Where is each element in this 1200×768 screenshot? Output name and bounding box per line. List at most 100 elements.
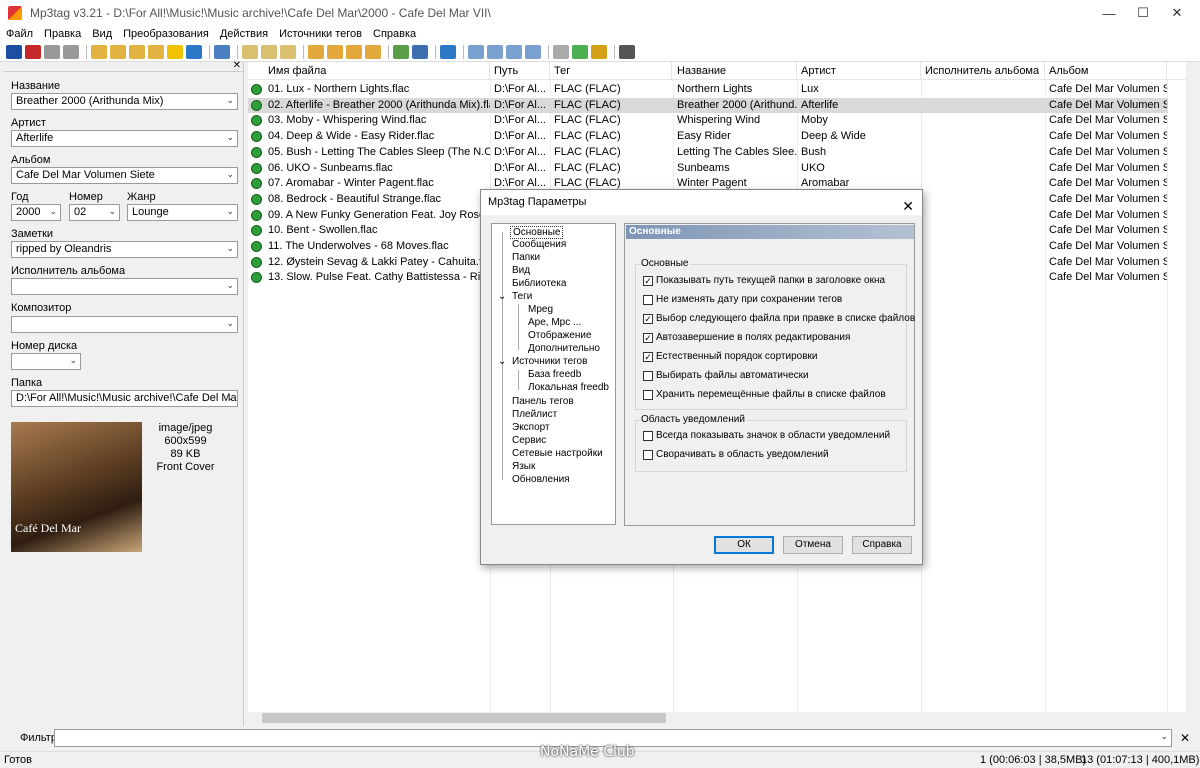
text-to-tag-icon[interactable] <box>280 44 296 59</box>
folder-icon[interactable] <box>148 44 164 59</box>
chevron-down-icon[interactable]: ⌄ <box>69 355 77 366</box>
column-tag[interactable]: Тег <box>550 62 672 80</box>
column-path[interactable]: Путь <box>490 62 550 80</box>
tree-item-freedb[interactable]: База freedb <box>528 369 581 380</box>
refresh-icon[interactable] <box>186 44 202 59</box>
column-artist[interactable]: Артист <box>797 62 921 80</box>
chevron-down-icon[interactable]: ⌄ <box>226 243 234 254</box>
tree-item-general[interactable]: Основные <box>510 226 564 239</box>
menu-view[interactable]: Вид <box>92 28 112 40</box>
tree-item-display[interactable]: Отображение <box>528 330 592 341</box>
scroll-thumb[interactable] <box>262 713 666 723</box>
table-row[interactable]: 04. Deep & Wide - Easy Rider.flac D:\For … <box>248 129 1168 145</box>
tree-item-updates[interactable]: Обновления <box>512 474 570 485</box>
menu-help[interactable]: Справка <box>373 28 416 40</box>
copy-tag-icon[interactable] <box>506 44 522 59</box>
table-row[interactable]: 01. Lux - Northern Lights.flac D:\For Al.… <box>248 82 1168 98</box>
ok-button[interactable]: ОК <box>714 536 774 554</box>
action-icon[interactable] <box>308 44 324 59</box>
disc-field[interactable]: ⌄ <box>11 353 81 370</box>
web-source-icon[interactable] <box>572 44 588 59</box>
album-artist-field[interactable]: ⌄ <box>11 278 238 295</box>
dialog-close-icon[interactable]: ✕ <box>902 194 914 219</box>
tree-item-tag-panel[interactable]: Панель тегов <box>512 396 574 407</box>
tree-item-export[interactable]: Экспорт <box>512 422 550 433</box>
add-directory-icon[interactable] <box>110 44 126 59</box>
change-directory-icon[interactable] <box>91 44 107 59</box>
tree-item-network[interactable]: Сетевые настройки <box>512 448 603 459</box>
freedb-icon[interactable] <box>553 44 569 59</box>
option-checkbox[interactable] <box>643 431 653 441</box>
tree-item-mpeg[interactable]: Mpeg <box>528 304 553 315</box>
favorite-star-icon[interactable] <box>167 44 183 59</box>
chevron-down-icon[interactable]: ⌄ <box>1160 731 1168 742</box>
column-title[interactable]: Название <box>673 62 797 80</box>
option-checkbox[interactable]: ✓ <box>643 314 653 324</box>
extended-tags-icon[interactable] <box>440 44 456 59</box>
menu-actions[interactable]: Действия <box>220 28 268 40</box>
tree-item-ape-mpc[interactable]: Ape, Mpc ... <box>528 317 581 328</box>
menu-edit[interactable]: Правка <box>44 28 81 40</box>
option-checkbox[interactable] <box>643 371 653 381</box>
chevron-down-icon[interactable]: ⌄ <box>226 95 234 106</box>
album-cover-art[interactable]: Café Del Mar <box>11 422 142 552</box>
option-checkbox[interactable] <box>643 450 653 460</box>
tree-item-advanced[interactable]: Дополнительно <box>528 343 600 354</box>
option-checkbox[interactable] <box>643 295 653 305</box>
paste-tag-icon[interactable] <box>525 44 541 59</box>
tree-item-service[interactable]: Сервис <box>512 435 546 446</box>
track-field[interactable]: 02 ⌄ <box>69 204 120 221</box>
tag-panel-icon[interactable] <box>214 44 230 59</box>
export-icon[interactable] <box>468 44 484 59</box>
year-field[interactable]: 2000 ⌄ <box>11 204 61 221</box>
close-panel-icon[interactable]: ✕ <box>233 60 241 71</box>
tree-item-tag-sources[interactable]: Источники тегов <box>512 356 587 367</box>
tag-to-filename-icon[interactable] <box>242 44 258 59</box>
tree-item-local-freedb[interactable]: Локальная freedb <box>528 382 609 393</box>
action-group-icon[interactable] <box>346 44 362 59</box>
filter-close-icon[interactable]: ✕ <box>1180 731 1190 745</box>
column-album-artist[interactable]: Исполнитель альбома <box>921 62 1045 80</box>
table-row[interactable]: 06. UKO - Sunbeams.flac D:\For Al... FLAC … <box>248 161 1168 177</box>
chevron-down-icon[interactable]: ⌄ <box>226 280 234 291</box>
option-checkbox[interactable] <box>643 390 653 400</box>
composer-field[interactable]: ⌄ <box>11 316 238 333</box>
menu-file[interactable]: Файл <box>6 28 33 40</box>
delete-icon[interactable] <box>25 44 41 59</box>
chevron-down-icon[interactable]: ⌄ <box>226 169 234 180</box>
discogs-icon[interactable] <box>591 44 607 59</box>
option-checkbox[interactable]: ✓ <box>643 276 653 286</box>
option-checkbox[interactable]: ✓ <box>643 333 653 343</box>
text-format-icon[interactable] <box>412 44 428 59</box>
table-row[interactable]: 03. Moby - Whispering Wind.flac D:\For Al… <box>248 113 1168 129</box>
tree-item-library[interactable]: Библиотека <box>512 278 566 289</box>
chevron-down-icon[interactable]: ⌄ <box>226 206 234 217</box>
chevron-down-icon[interactable]: ⌄ <box>226 318 234 329</box>
comment-field[interactable]: ripped by Oleandris ⌄ <box>11 241 238 258</box>
chevron-down-icon[interactable]: ⌄ <box>226 392 234 403</box>
tree-item-view[interactable]: Вид <box>512 265 530 276</box>
column-album[interactable]: Альбом <box>1045 62 1167 80</box>
help-button[interactable]: Справка <box>852 536 912 554</box>
chevron-down-icon[interactable]: ⌄ <box>108 206 116 217</box>
artist-field[interactable]: Afterlife ⌄ <box>11 130 238 147</box>
option-checkbox[interactable]: ✓ <box>643 352 653 362</box>
export-playlist-icon[interactable] <box>487 44 503 59</box>
menu-convert[interactable]: Преобразования <box>123 28 209 40</box>
chevron-down-icon[interactable]: ⌄ <box>226 132 234 143</box>
vertical-scrollbar[interactable] <box>1186 62 1198 724</box>
action-run-icon[interactable] <box>365 44 381 59</box>
undo-icon[interactable] <box>44 44 60 59</box>
filename-to-tag-icon[interactable] <box>261 44 277 59</box>
title-field[interactable]: Breather 2000 (Arithunda Mix) ⌄ <box>11 93 238 110</box>
tree-expand-icon[interactable]: ⌄ <box>498 356 506 367</box>
genre-field[interactable]: Lounge ⌄ <box>127 204 238 221</box>
table-row[interactable]: 05. Bush - Letting The Cables Sleep (The… <box>248 145 1168 161</box>
tree-item-language[interactable]: Язык <box>512 461 535 472</box>
case-conversion-icon[interactable] <box>393 44 409 59</box>
chevron-down-icon[interactable]: ⌄ <box>49 206 57 217</box>
close-button[interactable]: ✕ <box>1154 0 1200 26</box>
menu-tag-sources[interactable]: Источники тегов <box>279 28 362 40</box>
playlist-icon[interactable] <box>129 44 145 59</box>
cancel-button[interactable]: Отмена <box>783 536 843 554</box>
